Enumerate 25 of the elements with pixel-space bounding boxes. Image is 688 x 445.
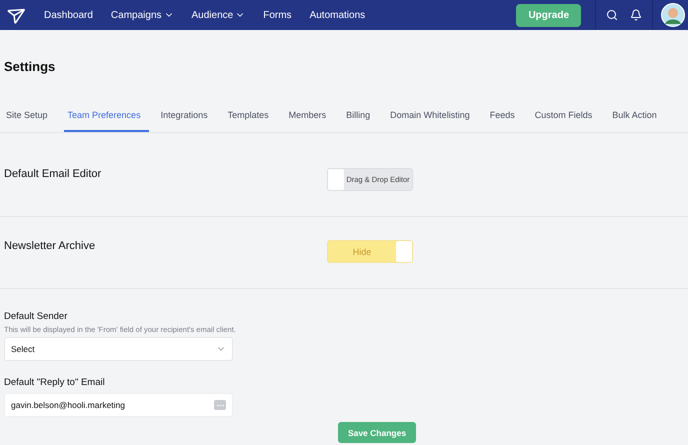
page-title: Settings bbox=[3, 58, 56, 74]
settings-tab[interactable]: Billing bbox=[342, 110, 378, 132]
email-field[interactable]: gavin.belson@hooli.marketing bbox=[4, 393, 233, 417]
settings-tab[interactable]: Custom Fields bbox=[530, 110, 600, 132]
settings-tab[interactable]: Feeds bbox=[486, 110, 523, 132]
settings-tab[interactable]: Integrations bbox=[156, 110, 216, 132]
settings-tab[interactable]: Domain Whitelisting bbox=[386, 110, 478, 132]
nav-link[interactable]: Campaigns bbox=[110, 10, 174, 20]
nav-link[interactable]: Audience bbox=[192, 10, 246, 20]
field-label: Default Sender bbox=[4, 311, 68, 322]
setting-label: Default Email Editor bbox=[3, 168, 102, 180]
settings-tab[interactable]: Site Setup bbox=[2, 110, 56, 132]
avatar-icon[interactable] bbox=[661, 3, 685, 27]
nav-link[interactable]: Automations bbox=[310, 10, 366, 20]
field-label: Default "Reply to" Email bbox=[4, 377, 106, 388]
bell-icon[interactable] bbox=[630, 9, 642, 21]
settings-tab[interactable]: Bulk Action bbox=[608, 110, 665, 132]
settings-tab[interactable]: Templates bbox=[224, 110, 277, 132]
search-icon[interactable] bbox=[606, 9, 618, 21]
setting-label: Newsletter Archive bbox=[3, 240, 96, 252]
settings-tab[interactable]: Team Preferences bbox=[64, 110, 149, 132]
settings-tab[interactable]: Members bbox=[284, 110, 334, 132]
nav-link[interactable]: Dashboard bbox=[44, 10, 93, 20]
sender-select[interactable]: Select bbox=[4, 337, 233, 361]
nav-link[interactable]: Forms bbox=[263, 10, 292, 20]
